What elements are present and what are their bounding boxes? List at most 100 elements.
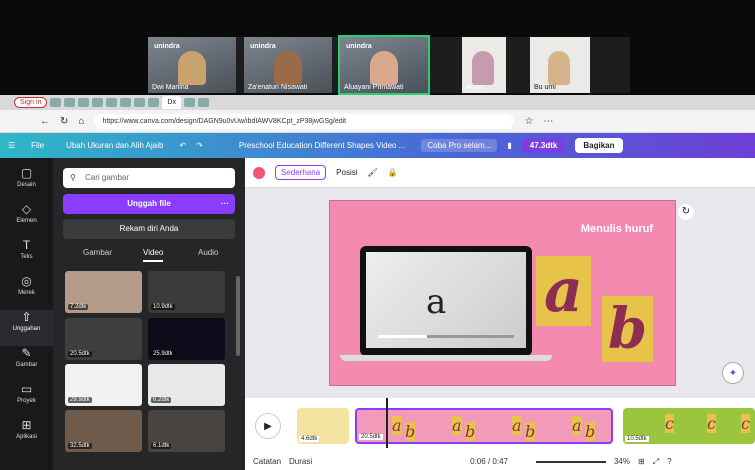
color-swatch[interactable] <box>253 166 265 179</box>
reload-icon[interactable]: ↻ <box>60 116 68 127</box>
chart-icon[interactable]: ▮ <box>507 141 511 150</box>
canvas-area: Sederhana Posisi 🖌 🔒 a Menulis huruf a b… <box>245 158 755 398</box>
thumb-duration: 32.5dtk <box>68 443 92 449</box>
back-icon[interactable]: ← <box>40 116 50 127</box>
tab-icon[interactable] <box>106 98 118 107</box>
video-thumb[interactable]: 10.9dtk <box>148 271 225 313</box>
more-icon[interactable]: ··· <box>221 194 229 214</box>
timeline-bar: ▶ 4.6dtk 20.5dtk a b a b a b a b 10.5dtk… <box>245 398 755 470</box>
slide[interactable]: a Menulis huruf a b <box>329 200 676 386</box>
rail-item-apps[interactable]: ⊞ Aplikasi <box>0 418 53 454</box>
search-icon: ⚲ <box>70 173 76 182</box>
video-thumb[interactable]: 6.1dtk <box>148 410 225 452</box>
rail-item-uploads[interactable]: ⇧ Unggahan <box>0 310 53 346</box>
avatar <box>274 51 302 85</box>
url-field[interactable]: https://www.canva.com/design/DAGN9u0vUw/… <box>94 113 515 129</box>
video-call-strip: unindra Dwi Marlina unindra Za'enatun Ni… <box>148 35 630 95</box>
timeline-clip[interactable]: 4.6dtk <box>297 408 349 444</box>
magic-button[interactable]: ✦ <box>722 362 744 384</box>
grid-icon[interactable]: ⊞ <box>638 457 645 466</box>
record-button[interactable]: Rekam diri Anda <box>63 219 235 239</box>
resize-button[interactable]: Ubah Ukuran dan Alih Ajaib <box>60 139 169 152</box>
thumb-duration: 6.2dtk <box>151 397 172 403</box>
tab-icon[interactable] <box>183 98 195 107</box>
tab-icon[interactable] <box>134 98 146 107</box>
present-button[interactable]: 47.3dtk <box>521 138 566 153</box>
play-button[interactable]: ▶ <box>255 413 281 439</box>
style-button[interactable]: Sederhana <box>275 165 327 180</box>
participant-tile-active[interactable]: unindra Aluayani Primawati <box>338 35 430 95</box>
clip-duration: 20.5dtk <box>359 434 383 440</box>
participant-tile[interactable]: unindra Dwi Marlina <box>148 37 236 93</box>
refresh-icon[interactable]: ↻ <box>678 204 694 220</box>
video-player[interactable]: a <box>366 252 526 348</box>
tab-icon[interactable] <box>148 98 160 107</box>
video-thumb[interactable]: 29.9dtk <box>65 364 142 406</box>
signin-button[interactable]: Sign in <box>14 97 48 108</box>
zoom-level[interactable]: 34% <box>614 457 630 466</box>
tab-icon[interactable] <box>64 98 76 107</box>
video-thumb[interactable]: 32.5dtk <box>65 410 142 452</box>
lock-icon[interactable]: 🔒 <box>388 168 398 177</box>
video-thumb[interactable]: 20.5dtk <box>65 318 142 360</box>
duration-button[interactable]: Durasi <box>289 457 312 466</box>
tab-icon[interactable] <box>78 98 90 107</box>
home-icon[interactable]: ⌂ <box>78 116 84 127</box>
timeline-clip[interactable]: 10.5dtk c c c <box>623 408 755 444</box>
tab-icon[interactable] <box>197 98 209 107</box>
menu-icon[interactable]: ⋯ <box>543 116 553 127</box>
rail-item-brand[interactable]: ◎ Merek <box>0 274 53 310</box>
participant-tile[interactable]: Amira <box>462 37 506 93</box>
tab-icon[interactable] <box>50 98 62 107</box>
redo-icon[interactable]: ↷ <box>196 141 203 150</box>
tab-active[interactable]: Dx <box>162 96 181 109</box>
tab-images[interactable]: Gambar <box>83 248 112 257</box>
star-icon[interactable]: ☆ <box>524 116 533 127</box>
timeline-clip-selected[interactable]: 20.5dtk a b a b a b a b <box>355 408 613 444</box>
timeline-footer: Catatan Durasi 0:06 / 0:47 34% ⊞ ⤢ ? <box>245 453 755 470</box>
paint-icon[interactable]: 🖌 <box>368 168 378 177</box>
rail-item-design[interactable]: ▢ Desain <box>0 166 53 202</box>
help-icon[interactable]: ? <box>667 457 671 466</box>
tab-icon[interactable] <box>120 98 132 107</box>
tab-icon[interactable] <box>92 98 104 107</box>
video-progress[interactable] <box>378 335 514 338</box>
file-menu[interactable]: File <box>25 139 50 152</box>
zoom-slider[interactable] <box>535 460 606 463</box>
notes-button[interactable]: Catatan <box>253 457 281 466</box>
position-button[interactable]: Posisi <box>336 168 357 177</box>
rail-item-elements[interactable]: ◇ Elemen <box>0 202 53 238</box>
panel-scrollbar[interactable] <box>236 276 240 356</box>
playhead[interactable] <box>386 398 388 448</box>
video-thumb[interactable]: 25.9dtk <box>148 318 225 360</box>
clip-letter: c <box>707 414 716 433</box>
thumb-duration: 7.2dtk <box>68 304 89 310</box>
try-pro-button[interactable]: Coba Pro selam... <box>421 139 498 152</box>
upload-button[interactable]: Unggah file ··· <box>63 194 235 214</box>
thumb-duration: 29.9dtk <box>68 397 92 403</box>
layout-icon: ▢ <box>20 166 33 180</box>
menu-icon[interactable]: ☰ <box>8 141 15 150</box>
document-title[interactable]: Preschool Education Different Shapes Vid… <box>233 139 411 152</box>
tab-video[interactable]: Video <box>143 248 164 262</box>
letter-a: a <box>536 256 591 326</box>
rail-label: Teks <box>20 254 33 260</box>
undo-icon[interactable]: ↶ <box>179 141 186 150</box>
participant-tile[interactable]: unindra Za'enatun Nisawati <box>244 37 332 93</box>
video-thumb[interactable]: 6.2dtk <box>148 364 225 406</box>
laptop-screen: a <box>360 246 532 356</box>
uploads-panel: ⚲ Cari gambar Unggah file ··· Rekam diri A… <box>53 158 245 470</box>
participant-logo: unindra <box>250 43 276 50</box>
participant-logo: unindra <box>154 43 180 50</box>
clip-duration: 10.5dtk <box>625 436 649 442</box>
participant-tile[interactable]: Bu umi <box>530 37 590 93</box>
thumb-duration: 10.9dtk <box>151 304 175 310</box>
fullscreen-icon[interactable]: ⤢ <box>653 457 659 467</box>
video-thumb[interactable]: 7.2dtk <box>65 271 142 313</box>
rail-item-draw[interactable]: ✎ Gambar <box>0 346 53 382</box>
search-input[interactable]: ⚲ Cari gambar <box>63 168 235 188</box>
rail-item-text[interactable]: T Teks <box>0 238 53 274</box>
tab-audio[interactable]: Audio <box>198 248 218 257</box>
share-button[interactable]: Bagikan <box>575 138 623 153</box>
rail-item-projects[interactable]: ▭ Proyek <box>0 382 53 418</box>
